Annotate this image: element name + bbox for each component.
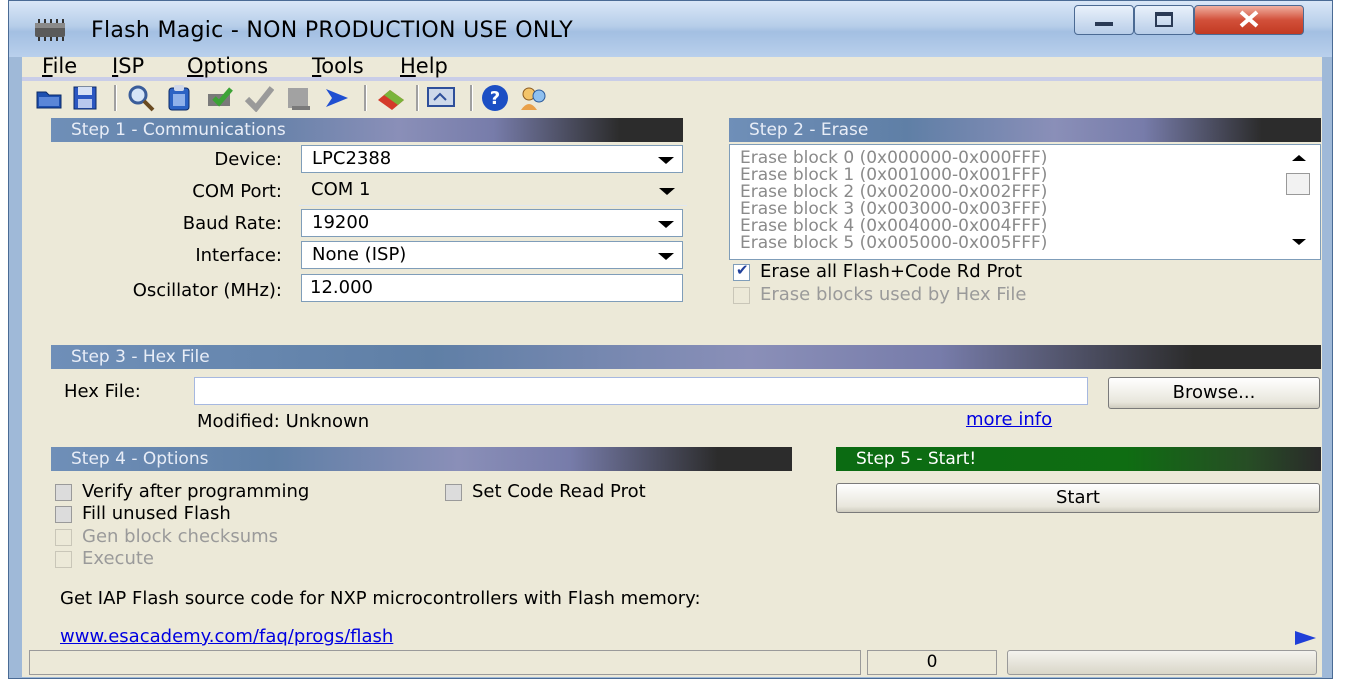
verify-label: Verify after programming — [82, 481, 310, 502]
interface-label: Interface: — [195, 245, 282, 266]
erase-block-list[interactable]: Erase block 0 (0x000000-0x000FFF) Erase … — [729, 144, 1321, 260]
client-area: File ISP Options Tools Help ? Step 1 - C… — [22, 54, 1322, 677]
maximize-button[interactable] — [1134, 5, 1194, 35]
scrollbar-thumb[interactable] — [1286, 173, 1310, 195]
interface-select[interactable]: None (ISP) — [301, 241, 683, 269]
status-bar: 0 — [22, 650, 1322, 675]
program-icon[interactable] — [204, 83, 234, 113]
com-port-value: COM 1 — [311, 179, 371, 200]
minimize-button[interactable] — [1074, 5, 1134, 35]
menu-file[interactable]: File — [42, 54, 77, 78]
hex-file-label: Hex File: — [64, 381, 141, 402]
fill-unused-checkbox[interactable] — [55, 506, 72, 523]
menu-bar: File ISP Options Tools Help — [22, 54, 1322, 81]
start-button[interactable]: Start — [836, 483, 1320, 513]
chevron-down-icon — [658, 253, 674, 260]
verify-icon[interactable] — [244, 83, 274, 113]
blank-check-icon[interactable] — [284, 83, 314, 113]
step2-header: Step 2 - Erase — [729, 118, 1321, 142]
list-item[interactable]: Erase block 5 (0x005000-0x005FFF) — [730, 235, 1320, 252]
verify-checkbox[interactable] — [55, 484, 72, 501]
step4-header: Step 4 - Options — [51, 447, 792, 471]
maximize-icon — [1155, 12, 1173, 27]
save-icon[interactable] — [70, 83, 100, 113]
scroll-down-arrow-icon[interactable] — [1292, 239, 1306, 245]
status-count: 0 — [867, 650, 997, 675]
status-message — [29, 650, 861, 675]
toolbar-separator — [114, 85, 117, 111]
erase-all-label: Erase all Flash+Code Rd Prot — [760, 261, 1023, 282]
esacademy-link[interactable]: www.esacademy.com/faq/progs/flash — [60, 626, 393, 647]
search-icon[interactable] — [126, 83, 156, 113]
menu-help[interactable]: Help — [400, 54, 448, 78]
users-icon[interactable] — [518, 83, 548, 113]
oscillator-input[interactable]: 12.000 — [301, 274, 683, 302]
step3-header: Step 3 - Hex File — [51, 345, 1321, 369]
flash-chip-icon — [35, 19, 65, 41]
device-select[interactable]: LPC2388 — [301, 145, 683, 173]
screen-icon[interactable] — [426, 83, 456, 113]
toolbar-separator — [470, 85, 473, 111]
open-file-icon[interactable] — [34, 83, 64, 113]
more-info-link[interactable]: more info — [966, 409, 1052, 430]
play-arrow-icon[interactable] — [1294, 629, 1318, 647]
com-port-select[interactable]: COM 1 — [299, 177, 687, 206]
help-icon[interactable]: ? — [480, 83, 510, 113]
erase-icon[interactable] — [374, 83, 404, 113]
browse-button[interactable]: Browse... — [1108, 377, 1320, 409]
menu-tools[interactable]: Tools — [312, 54, 364, 78]
execute-label: Execute — [82, 548, 154, 569]
com-port-label: COM Port: — [192, 181, 282, 202]
code-read-prot-label: Set Code Read Prot — [472, 481, 646, 502]
interface-value: None (ISP) — [312, 244, 407, 265]
code-read-prot-checkbox[interactable] — [445, 484, 462, 501]
toolbar-separator — [364, 85, 367, 111]
baud-rate-value: 19200 — [312, 212, 370, 233]
window-title: Flash Magic - NON PRODUCTION USE ONLY — [91, 18, 574, 43]
scroll-up-arrow-icon[interactable] — [1292, 155, 1306, 161]
modified-status: Modified: Unknown — [197, 411, 370, 432]
app-window: Flash Magic - NON PRODUCTION USE ONLY Fi… — [8, 0, 1333, 679]
chevron-down-icon — [659, 188, 675, 195]
svg-text:?: ? — [490, 88, 500, 109]
fill-unused-label: Fill unused Flash — [82, 503, 231, 524]
clipboard-icon[interactable] — [164, 83, 194, 113]
baud-rate-label: Baud Rate: — [182, 213, 282, 234]
close-button[interactable] — [1194, 5, 1304, 35]
menu-options[interactable]: Options — [187, 54, 268, 78]
device-value: LPC2388 — [312, 148, 392, 169]
step5-header: Step 5 - Start! — [836, 447, 1321, 471]
gen-checksums-label: Gen block checksums — [82, 526, 279, 547]
menu-isp[interactable]: ISP — [112, 54, 144, 78]
progress-bar — [1007, 650, 1317, 675]
gen-checksums-checkbox[interactable] — [55, 529, 72, 546]
title-bar[interactable]: Flash Magic - NON PRODUCTION USE ONLY — [9, 1, 1332, 57]
oscillator-label: Oscillator (MHz): — [132, 280, 282, 301]
minimize-icon — [1095, 22, 1113, 26]
erase-hex-blocks-label: Erase blocks used by Hex File — [760, 284, 1027, 305]
device-label: Device: — [214, 149, 282, 170]
go-icon[interactable] — [322, 83, 352, 113]
chevron-down-icon — [658, 157, 674, 164]
toolbar-separator — [416, 85, 419, 111]
chevron-down-icon — [658, 221, 674, 228]
baud-rate-select[interactable]: 19200 — [301, 209, 683, 237]
erase-all-checkbox[interactable]: ✔ — [733, 261, 750, 281]
hex-file-input[interactable] — [194, 377, 1088, 405]
checkmark-icon: ✔ — [736, 261, 749, 279]
step1-header: Step 1 - Communications — [51, 118, 683, 142]
toolbar: ? — [22, 81, 1322, 115]
iap-info-text: Get IAP Flash source code for NXP microc… — [60, 588, 701, 609]
com-port-underline — [299, 205, 687, 206]
erase-hex-blocks-checkbox[interactable] — [733, 287, 750, 304]
execute-checkbox[interactable] — [55, 551, 72, 568]
close-icon — [1239, 10, 1259, 28]
